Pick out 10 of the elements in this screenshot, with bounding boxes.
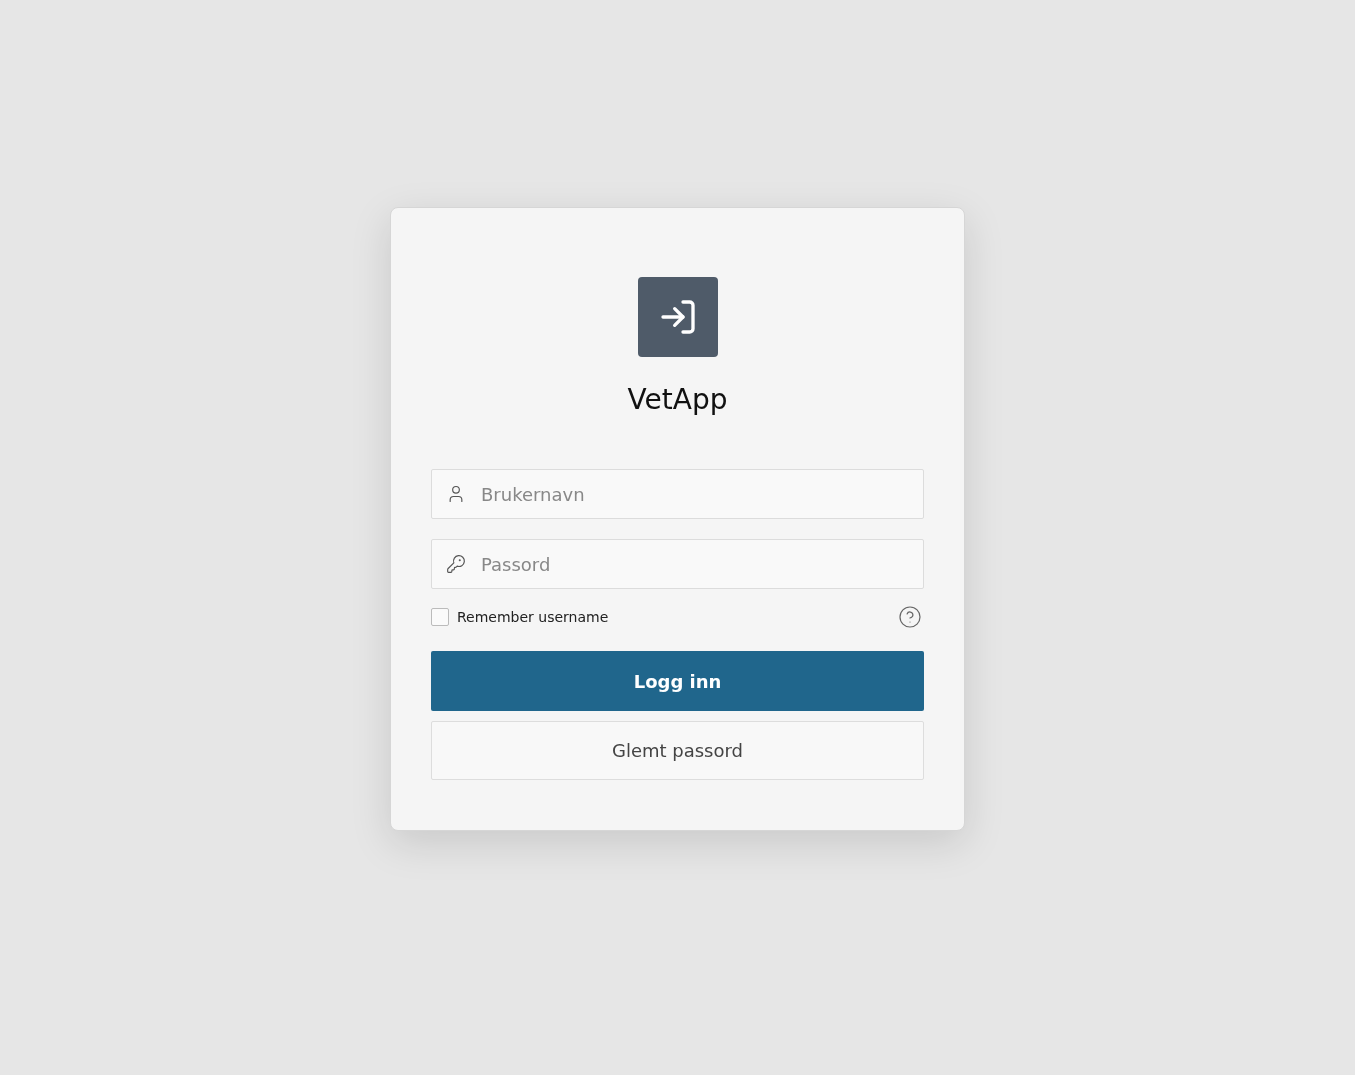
app-title: VetApp <box>627 383 728 417</box>
login-button[interactable]: Logg inn <box>431 651 924 711</box>
remember-label: Remember username <box>457 609 609 625</box>
password-field[interactable]: Passord <box>431 539 924 589</box>
username-field[interactable]: Brukernavn <box>431 469 924 519</box>
forgot-password-button[interactable]: Glemt passord <box>431 721 924 780</box>
remember-checkbox[interactable] <box>431 608 449 626</box>
key-icon <box>446 554 466 574</box>
help-icon[interactable] <box>898 605 922 629</box>
login-logo-icon <box>637 277 718 357</box>
